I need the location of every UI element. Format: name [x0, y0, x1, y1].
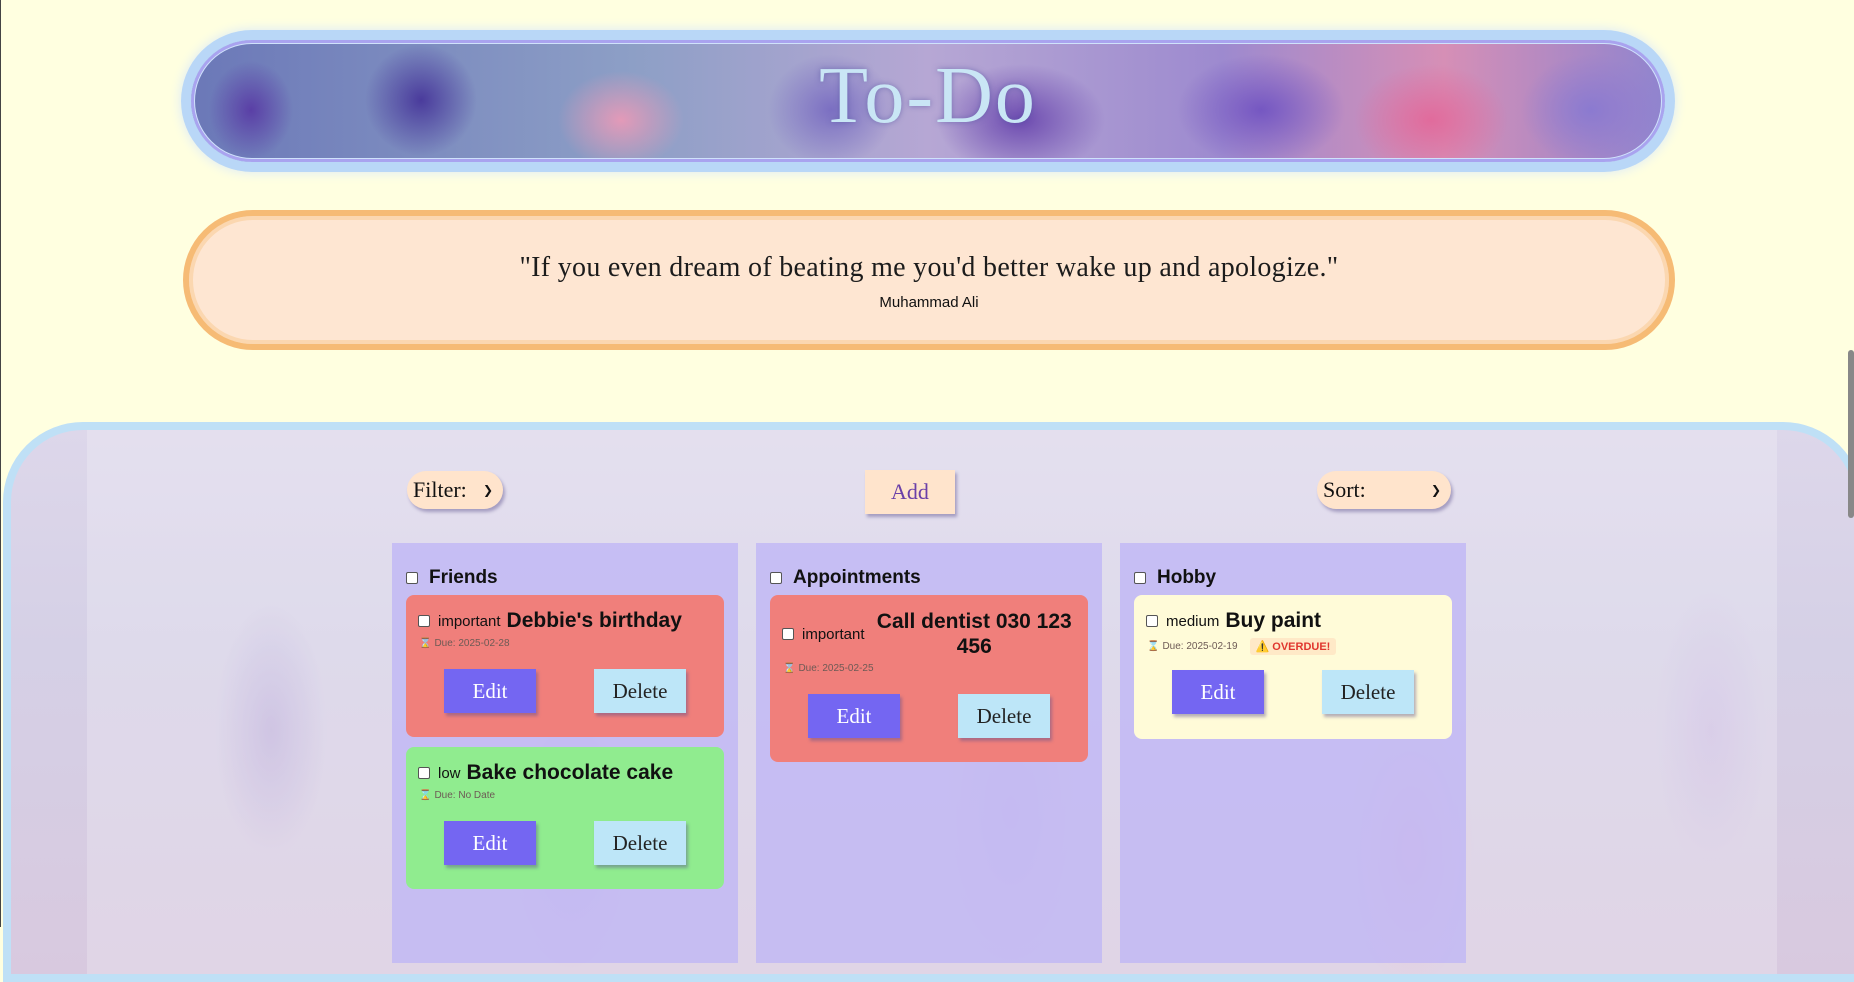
overdue-badge: ⚠️ OVERDUE!	[1249, 638, 1337, 655]
task-card: important Debbie's birthday ⌛ Due: 2025-…	[406, 595, 724, 737]
task-due-text: Due: 2025-02-19	[1162, 641, 1238, 652]
category-title: Appointments	[793, 567, 921, 588]
hourglass-icon: ⌛	[419, 638, 432, 649]
delete-button[interactable]: Delete	[594, 821, 686, 865]
task-due-text: Due: 2025-02-28	[434, 638, 510, 649]
task-title: Debbie's birthday	[506, 609, 682, 632]
app-title: To-Do	[819, 52, 1037, 140]
quote-text: "If you even dream of beating me you'd b…	[519, 252, 1339, 283]
chevron-down-icon: ❯	[482, 483, 493, 497]
category-checkbox[interactable]	[770, 572, 782, 584]
edit-button[interactable]: Edit	[1172, 670, 1264, 714]
page-scrollbar[interactable]	[1848, 350, 1854, 518]
task-due: ⌛ Due: 2025-02-28	[419, 638, 510, 649]
task-due-text: Due: No Date	[434, 790, 496, 801]
sort-select-label: Sort:	[1323, 477, 1366, 502]
task-title-row: low Bake chocolate cake	[418, 761, 714, 785]
category-checkbox[interactable]	[406, 572, 418, 584]
task-due: ⌛ Due: No Date	[419, 790, 495, 801]
header-banner: To-Do	[181, 30, 1675, 172]
add-button[interactable]: Add	[865, 470, 955, 514]
hourglass-icon: ⌛	[783, 663, 796, 674]
edit-button[interactable]: Edit	[444, 669, 536, 713]
task-title: Bake chocolate cake	[466, 761, 674, 784]
sort-select[interactable]: Sort: ❯	[1317, 471, 1451, 509]
category-checkbox[interactable]	[1134, 572, 1146, 584]
task-title: Buy paint	[1225, 609, 1322, 632]
hourglass-icon: ⌛	[1147, 641, 1160, 652]
edit-button[interactable]: Edit	[444, 821, 536, 865]
category-title: Hobby	[1157, 567, 1217, 588]
task-card: important Call dentist 030 123 456 ⌛ Due…	[770, 595, 1088, 762]
task-title-row: important Debbie's birthday	[418, 609, 714, 633]
task-card: low Bake chocolate cake ⌛ Due: No Date E…	[406, 747, 724, 889]
task-card: medium Buy paint ⌛ Due: 2025-02-19 ⚠️ OV…	[1134, 595, 1452, 739]
task-title: Call dentist 030 123 456	[876, 610, 1072, 658]
category-title: Friends	[429, 567, 498, 588]
category-header: Friends	[406, 567, 498, 589]
task-priority: important	[802, 625, 865, 643]
task-due: ⌛ Due: 2025-02-25	[783, 663, 874, 674]
category-column-appointments: Appointments important Call dentist 030 …	[756, 543, 1102, 963]
filter-select[interactable]: Filter: ❯	[407, 471, 503, 509]
category-header: Appointments	[770, 567, 921, 589]
task-due: ⌛ Due: 2025-02-19 ⚠️ OVERDUE!	[1147, 638, 1337, 655]
category-header: Hobby	[1134, 567, 1216, 589]
delete-button[interactable]: Delete	[958, 694, 1050, 738]
task-checkbox[interactable]	[418, 615, 430, 627]
hourglass-icon: ⌛	[419, 790, 432, 801]
quote-author: Muhammad Ali	[879, 294, 979, 311]
task-checkbox[interactable]	[782, 628, 794, 640]
task-priority: important	[438, 612, 501, 630]
task-checkbox[interactable]	[1146, 615, 1158, 627]
task-priority: low	[438, 764, 461, 782]
delete-button[interactable]: Delete	[594, 669, 686, 713]
category-column-friends: Friends important Debbie's birthday ⌛ Du…	[392, 543, 738, 963]
category-column-hobby: Hobby medium Buy paint ⌛ Due: 2025-02-19…	[1120, 543, 1466, 963]
task-title-row: medium Buy paint	[1146, 609, 1442, 633]
task-due-text: Due: 2025-02-25	[798, 663, 874, 674]
task-priority: medium	[1166, 612, 1220, 630]
edit-button[interactable]: Edit	[808, 694, 900, 738]
quote-box: "If you even dream of beating me you'd b…	[183, 210, 1675, 350]
task-checkbox[interactable]	[418, 767, 430, 779]
delete-button[interactable]: Delete	[1322, 670, 1414, 714]
task-title-row: important Call dentist 030 123 456	[782, 609, 1078, 659]
chevron-down-icon: ❯	[1430, 483, 1441, 497]
filter-select-label: Filter:	[413, 477, 467, 502]
